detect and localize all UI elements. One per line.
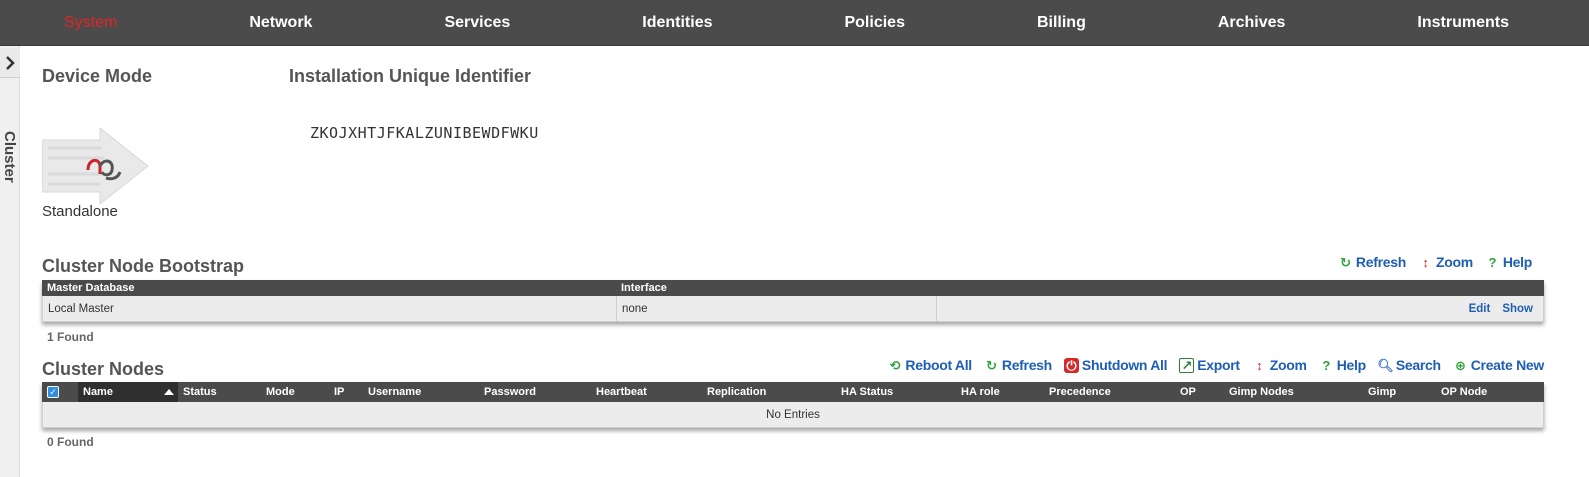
- device-mode-title: Device Mode: [42, 66, 153, 86]
- column-precedence[interactable]: Precedence: [1044, 386, 1175, 398]
- nav-policies[interactable]: Policies: [844, 14, 904, 32]
- uid-value: ZKOJXHTJFKALZUNIBEWDFWKU: [310, 124, 539, 142]
- select-all-cell: ✓: [42, 386, 78, 399]
- help-icon: ?: [1322, 357, 1331, 373]
- reboot-icon: ⟲: [889, 357, 901, 373]
- nav-billing[interactable]: Billing: [1037, 14, 1086, 32]
- bootstrap-found-count: 1 Found: [47, 330, 94, 344]
- nav-network[interactable]: Network: [249, 14, 312, 32]
- column-ha-role[interactable]: HA role: [956, 386, 1044, 398]
- bootstrap-help-button[interactable]: ? Help: [1485, 254, 1533, 270]
- no-entries-text: No Entries: [766, 408, 820, 421]
- column-replication[interactable]: Replication: [702, 386, 836, 398]
- bootstrap-toolbar: ↻ Refresh ↕ Zoom ? Help: [1338, 254, 1532, 270]
- column-name[interactable]: Name: [78, 382, 178, 402]
- nav-services[interactable]: Services: [444, 14, 510, 32]
- cell-interface: none: [617, 296, 937, 321]
- column-username[interactable]: Username: [363, 386, 479, 398]
- column-mode[interactable]: Mode: [261, 386, 329, 398]
- export-icon: ↗: [1179, 357, 1195, 373]
- export-button[interactable]: ↗ Export: [1179, 357, 1240, 373]
- bootstrap-refresh-button[interactable]: ↻ Refresh: [1338, 254, 1406, 270]
- search-icon: 🔍︎: [1377, 357, 1394, 373]
- row-actions: Edit Show: [1464, 296, 1543, 321]
- nav-system[interactable]: System: [64, 14, 117, 32]
- select-all-checkbox[interactable]: ✓: [47, 386, 59, 399]
- refresh-icon: ↻: [1340, 254, 1351, 270]
- nav-instruments[interactable]: Instruments: [1417, 14, 1509, 32]
- column-op[interactable]: OP: [1175, 386, 1224, 398]
- refresh-icon: ↻: [986, 357, 997, 373]
- zoom-icon: ↕: [1422, 254, 1429, 270]
- column-master-database[interactable]: Master Database: [42, 282, 616, 294]
- power-icon: ⏻: [1063, 357, 1079, 373]
- column-password[interactable]: Password: [479, 386, 591, 398]
- cell-master-database: Local Master: [43, 296, 617, 321]
- create-new-button[interactable]: ⊕ Create New: [1453, 357, 1544, 373]
- top-nav: System Network Services Identities Polic…: [0, 0, 1589, 46]
- column-ip[interactable]: IP: [329, 386, 363, 398]
- column-heartbeat[interactable]: Heartbeat: [591, 386, 702, 398]
- cluster-toolbar: ⟲ Reboot All ↻ Refresh ⏻ Shutdown All ↗ …: [887, 357, 1545, 373]
- cluster-nodes-table: ✓ Name Status Mode IP Username Password …: [42, 382, 1544, 428]
- cluster-zoom-button[interactable]: ↕ Zoom: [1252, 357, 1307, 373]
- cluster-found-count: 0 Found: [47, 435, 94, 449]
- nav-identities[interactable]: Identities: [642, 14, 712, 32]
- cluster-refresh-button[interactable]: ↻ Refresh: [984, 357, 1052, 373]
- cluster-side-tab[interactable]: Cluster: [1, 131, 18, 183]
- search-button[interactable]: 🔍︎ Search: [1377, 357, 1441, 373]
- device-mode-value: Standalone: [42, 203, 118, 220]
- chevron-right-icon[interactable]: [0, 48, 20, 78]
- show-link[interactable]: Show: [1502, 303, 1533, 315]
- cluster-side-panel: Cluster: [0, 46, 20, 477]
- table-header: Master Database Interface: [42, 280, 1544, 296]
- column-op-node[interactable]: OP Node: [1436, 386, 1536, 398]
- bootstrap-title: Cluster Node Bootstrap: [42, 256, 245, 276]
- empty-row: No Entries: [42, 402, 1544, 428]
- sort-asc-icon: [164, 389, 174, 395]
- shutdown-all-button[interactable]: ⏻ Shutdown All: [1063, 357, 1168, 373]
- zoom-icon: ↕: [1256, 357, 1263, 373]
- column-gimp-nodes[interactable]: Gimp Nodes: [1224, 386, 1363, 398]
- column-ha-status[interactable]: HA Status: [836, 386, 956, 398]
- cluster-nodes-title: Cluster Nodes: [42, 359, 165, 379]
- column-status[interactable]: Status: [178, 386, 261, 398]
- nav-archives[interactable]: Archives: [1218, 14, 1286, 32]
- table-row[interactable]: Local Master none Edit Show: [42, 296, 1544, 322]
- add-icon: ⊕: [1454, 357, 1466, 373]
- table-header: ✓ Name Status Mode IP Username Password …: [42, 382, 1544, 402]
- reboot-all-button[interactable]: ⟲ Reboot All: [887, 357, 973, 373]
- column-interface[interactable]: Interface: [616, 282, 936, 294]
- bootstrap-zoom-button[interactable]: ↕ Zoom: [1418, 254, 1473, 270]
- cluster-help-button[interactable]: ? Help: [1319, 357, 1366, 373]
- help-icon: ?: [1488, 254, 1497, 270]
- column-gimp[interactable]: Gimp: [1363, 386, 1436, 398]
- uid-title: Installation Unique Identifier: [289, 66, 532, 86]
- edit-link[interactable]: Edit: [1469, 303, 1491, 315]
- bootstrap-table: Master Database Interface Local Master n…: [42, 280, 1544, 322]
- device-logo-icon: [41, 126, 150, 206]
